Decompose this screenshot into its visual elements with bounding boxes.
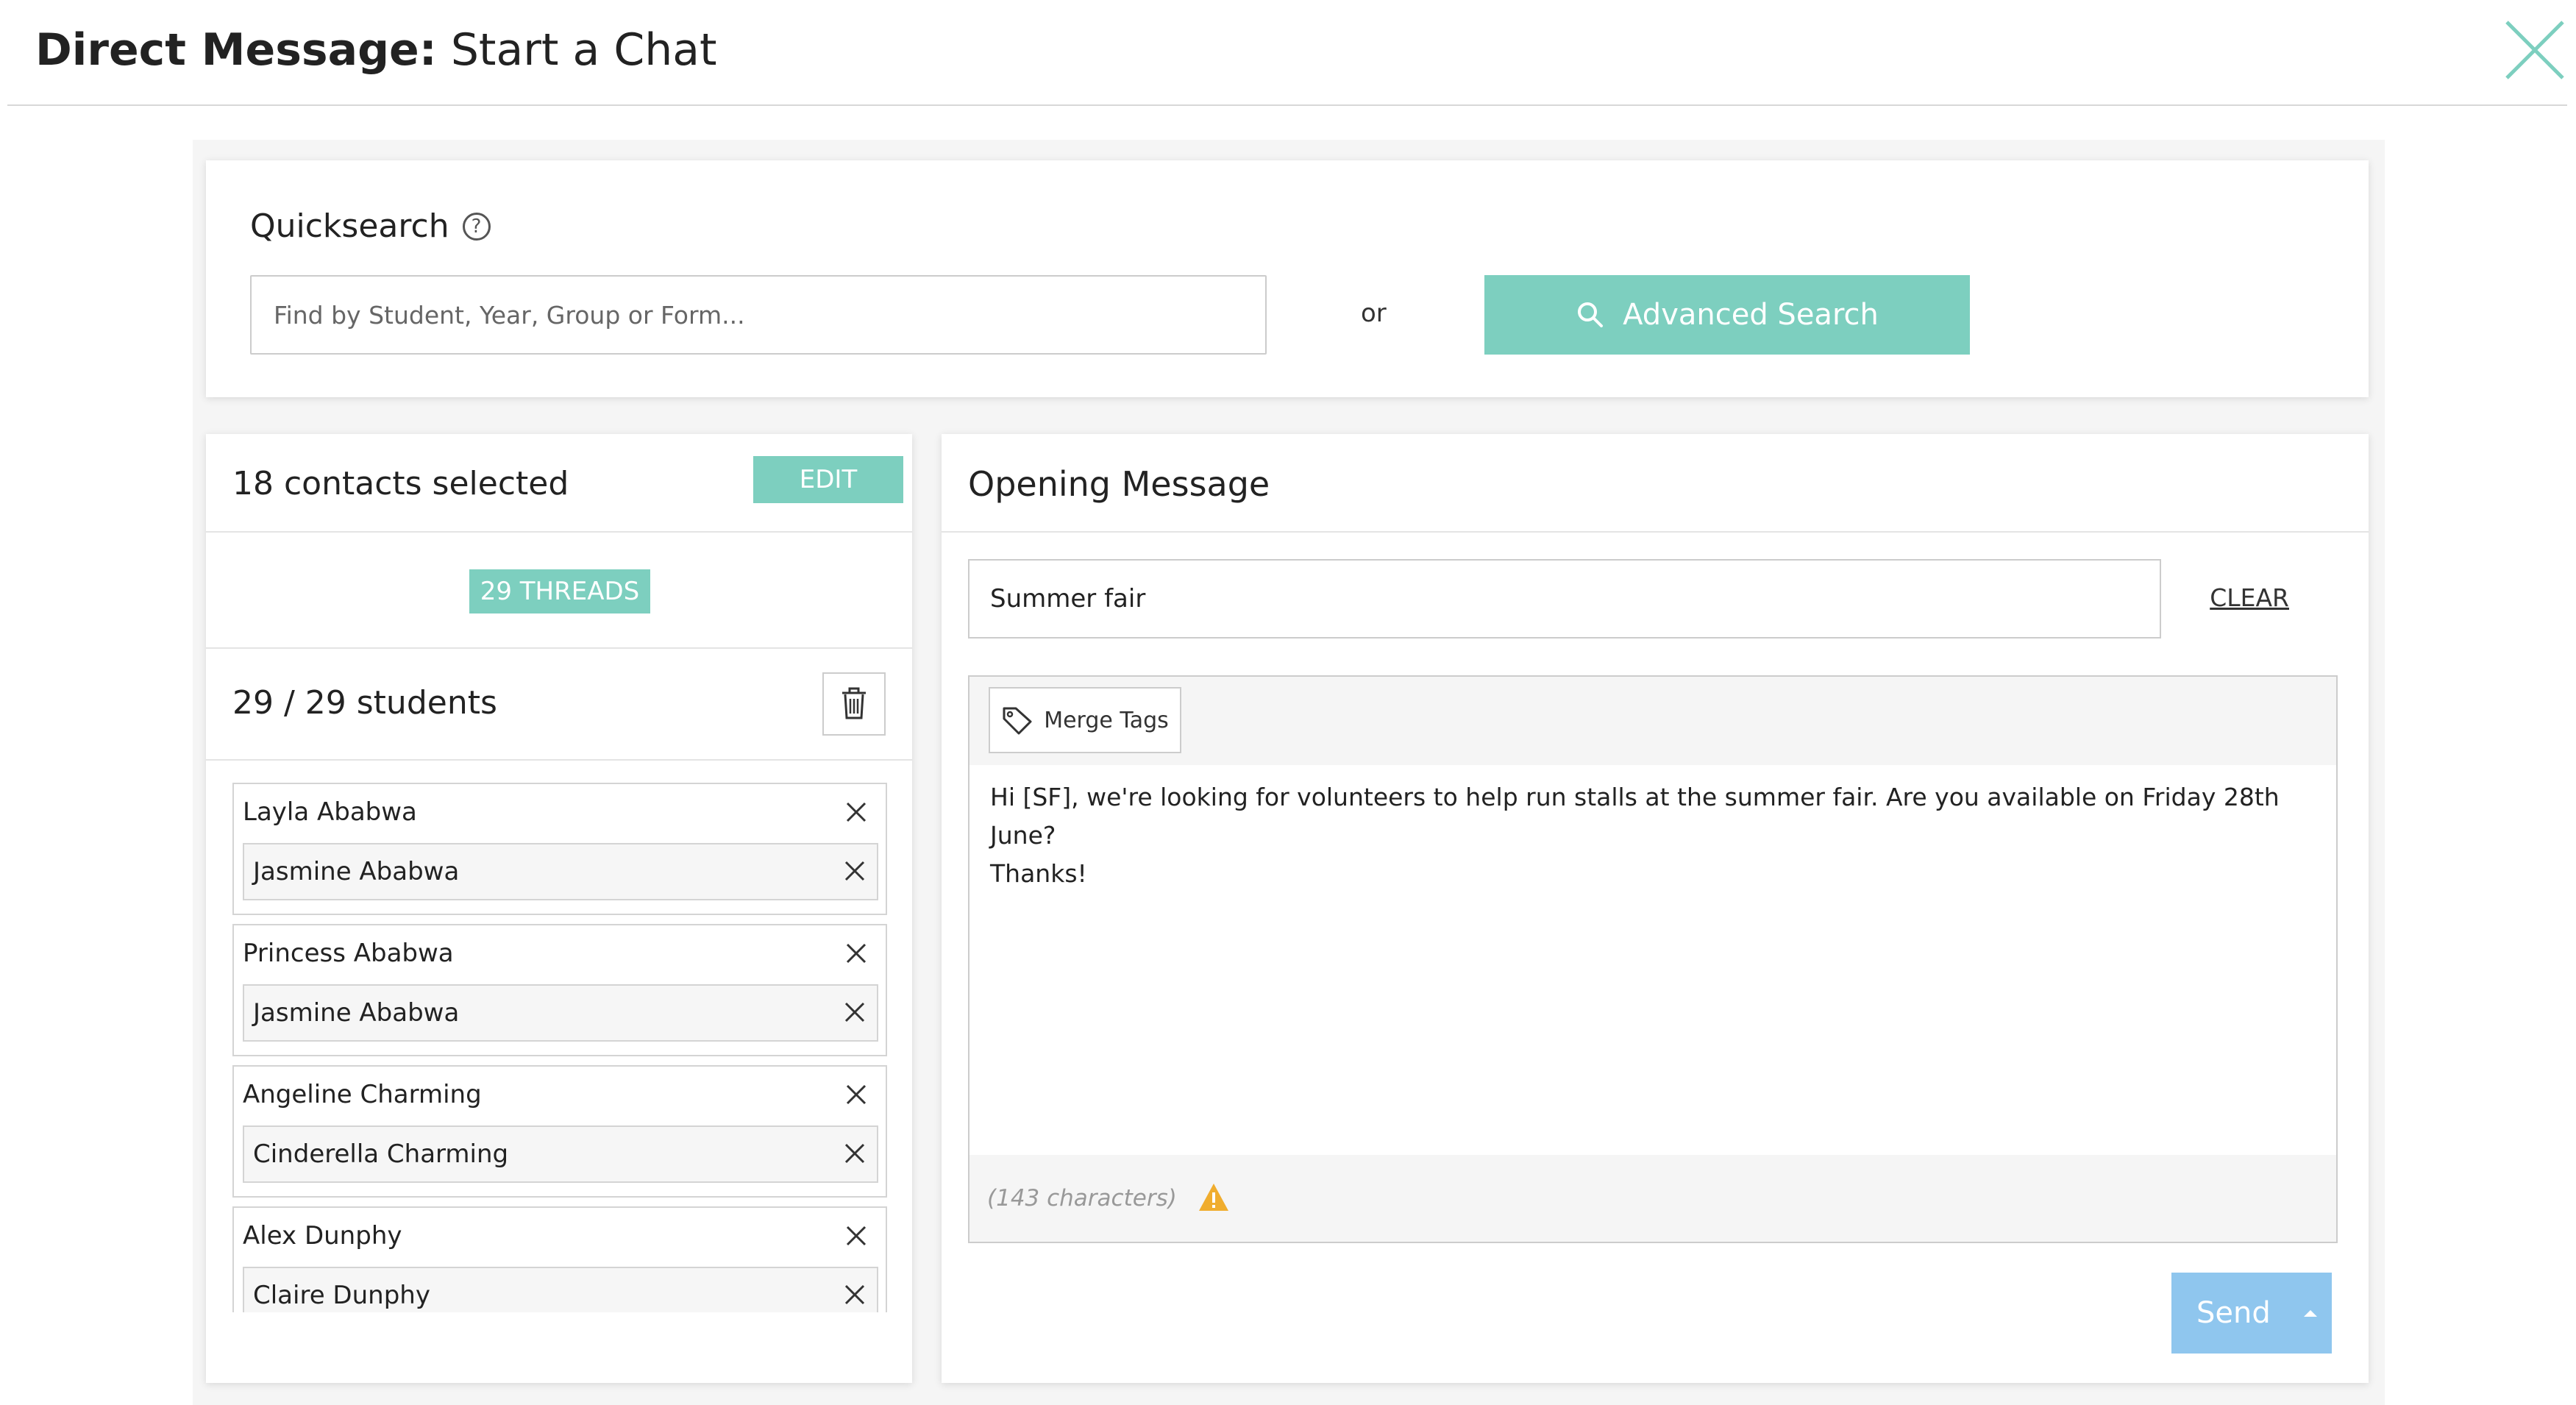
remove-contact-icon[interactable]: [840, 937, 872, 970]
advanced-search-label: Advanced Search: [1623, 298, 1879, 332]
contact-parent: Angeline Charming: [243, 1071, 878, 1118]
remove-student-icon[interactable]: [839, 1137, 871, 1170]
contact-parent-name: Angeline Charming: [243, 1080, 482, 1109]
character-count: (143 characters): [987, 1185, 1177, 1212]
contact-parent-name: Alex Dunphy: [243, 1221, 402, 1251]
contact-list[interactable]: Layla Ababwa Jasmine Ababwa Princess Aba…: [232, 783, 889, 1312]
message-editor: Merge Tags Hi [SF], we're looking for vo…: [968, 675, 2338, 1243]
contact-child: Cinderella Charming: [243, 1125, 878, 1183]
or-separator: or: [1361, 299, 1387, 328]
contact-child-name: Jasmine Ababwa: [253, 857, 460, 886]
warning-icon: [1199, 1184, 1228, 1211]
contact-parent: Alex Dunphy: [243, 1212, 878, 1259]
modal-header: Direct Message: Start a Chat: [7, 0, 2567, 106]
trash-icon[interactable]: [822, 672, 886, 736]
message-body-line: Thanks!: [990, 859, 1087, 888]
threads-badge[interactable]: 29 THREADS: [469, 569, 650, 613]
contact-group: Princess Ababwa Jasmine Ababwa: [232, 924, 887, 1056]
help-icon[interactable]: ?: [462, 213, 491, 241]
quicksearch-title-text: Quicksearch: [250, 207, 449, 245]
tag-icon: [1003, 707, 1032, 735]
contact-child: Jasmine Ababwa: [243, 984, 878, 1042]
contacts-selected-label: 18 contacts selected: [232, 465, 569, 502]
opening-message-card: Opening Message CLEAR Merge Tags Hi [SF]…: [942, 434, 2369, 1383]
merge-tags-label: Merge Tags: [1044, 707, 1169, 733]
quicksearch-title: Quicksearch ?: [250, 204, 491, 249]
contact-child: Claire Dunphy: [243, 1267, 878, 1312]
page-title: Direct Message: Start a Chat: [35, 21, 717, 79]
remove-contact-icon[interactable]: [840, 796, 872, 828]
editor-toolbar: Merge Tags: [969, 677, 2336, 765]
contacts-header: 18 contacts selected EDIT: [206, 434, 912, 533]
quicksearch-card: Quicksearch ? or Advanced Search: [206, 160, 2369, 397]
contact-group: Alex Dunphy Claire Dunphy: [232, 1206, 887, 1312]
contact-child-name: Cinderella Charming: [253, 1139, 509, 1169]
merge-tags-button[interactable]: Merge Tags: [989, 687, 1181, 753]
send-button[interactable]: Send: [2171, 1273, 2332, 1354]
threads-row: 29 THREADS: [206, 533, 912, 649]
message-header: Opening Message: [942, 434, 2369, 533]
contact-child-name: Jasmine Ababwa: [253, 998, 460, 1028]
remove-contact-icon[interactable]: [840, 1078, 872, 1111]
contact-parent-name: Princess Ababwa: [243, 939, 454, 968]
editor-footer: (143 characters): [969, 1155, 2336, 1242]
message-body-line: Hi [SF], we're looking for volunteers to…: [990, 783, 2280, 850]
contact-child: Jasmine Ababwa: [243, 843, 878, 900]
remove-student-icon[interactable]: [839, 996, 871, 1028]
contacts-card: 18 contacts selected EDIT 29 THREADS 29 …: [206, 434, 912, 1383]
caret-up-icon[interactable]: [2289, 1308, 2332, 1318]
remove-student-icon[interactable]: [839, 855, 871, 887]
opening-message-title: Opening Message: [968, 464, 1270, 504]
page-title-rest: Start a Chat: [450, 24, 717, 76]
contact-parent-name: Layla Ababwa: [243, 797, 417, 827]
remove-contact-icon[interactable]: [840, 1220, 872, 1252]
search-icon: [1578, 302, 1604, 327]
contact-child-name: Claire Dunphy: [253, 1281, 430, 1310]
students-row: 29 / 29 students: [206, 649, 912, 761]
send-label: Send: [2196, 1296, 2271, 1330]
subject-input[interactable]: [968, 559, 2161, 639]
contact-parent: Princess Ababwa: [243, 930, 878, 977]
remove-student-icon[interactable]: [839, 1278, 871, 1311]
contact-parent: Layla Ababwa: [243, 789, 878, 836]
page-title-bold: Direct Message:: [35, 24, 437, 76]
quicksearch-input[interactable]: [250, 275, 1267, 355]
edit-button[interactable]: EDIT: [753, 456, 903, 503]
students-count-label: 29 / 29 students: [232, 684, 497, 722]
contact-group: Layla Ababwa Jasmine Ababwa: [232, 783, 887, 915]
contact-group: Angeline Charming Cinderella Charming: [232, 1065, 887, 1198]
message-body-textarea[interactable]: Hi [SF], we're looking for volunteers to…: [969, 765, 2336, 1155]
clear-link[interactable]: CLEAR: [2142, 580, 2289, 616]
advanced-search-button[interactable]: Advanced Search: [1484, 275, 1970, 355]
close-icon[interactable]: [2499, 15, 2570, 85]
